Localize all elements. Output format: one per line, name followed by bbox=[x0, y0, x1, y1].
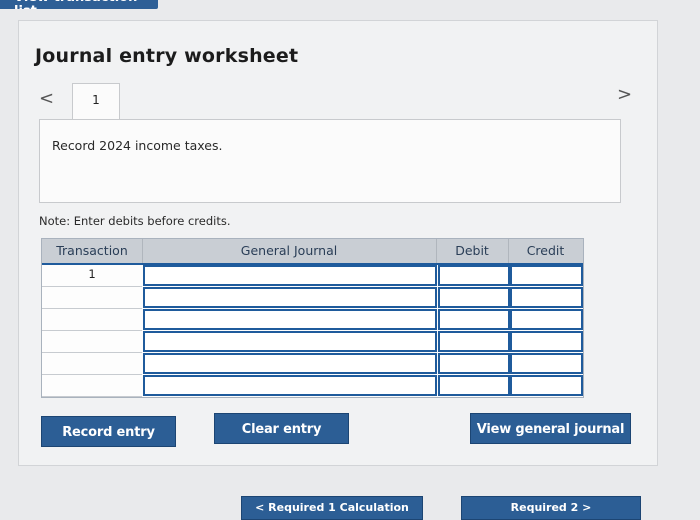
general-journal-field[interactable] bbox=[143, 331, 437, 352]
credit-field[interactable] bbox=[510, 287, 583, 308]
view-general-journal-button[interactable]: View general journal bbox=[470, 413, 631, 444]
instruction-text: Record 2024 income taxes. bbox=[52, 138, 223, 153]
general-journal-field[interactable] bbox=[143, 353, 437, 374]
required-2-button[interactable]: Required 2 > bbox=[461, 496, 641, 520]
tab-transaction-1[interactable]: 1 bbox=[72, 83, 120, 123]
table-row bbox=[42, 331, 583, 353]
transaction-number bbox=[42, 353, 142, 375]
column-header-general-journal: General Journal bbox=[240, 243, 338, 258]
general-journal-field[interactable] bbox=[143, 265, 437, 286]
credit-field[interactable] bbox=[510, 375, 583, 396]
table-row bbox=[42, 353, 583, 375]
credit-field[interactable] bbox=[510, 309, 583, 330]
journal-table-header: Transaction General Journal Debit Credit bbox=[42, 239, 583, 265]
general-journal-field[interactable] bbox=[143, 309, 437, 330]
general-journal-field[interactable] bbox=[143, 287, 437, 308]
worksheet-title: Journal entry worksheet bbox=[35, 45, 299, 67]
instruction-box: Record 2024 income taxes. bbox=[39, 119, 621, 203]
table-row bbox=[42, 287, 583, 309]
journal-entry-worksheet-panel: Journal entry worksheet < 1 > Record 202… bbox=[18, 20, 658, 466]
credit-field[interactable] bbox=[510, 265, 583, 286]
transaction-number bbox=[42, 375, 142, 397]
column-header-transaction: Transaction bbox=[56, 243, 128, 258]
table-row bbox=[42, 375, 583, 397]
previous-arrow-icon[interactable]: < bbox=[39, 89, 54, 109]
view-transaction-list-button[interactable]: View transaction list bbox=[0, 0, 158, 9]
note-text: Note: Enter debits before credits. bbox=[39, 214, 231, 228]
table-row: 1 bbox=[42, 265, 583, 287]
transaction-number bbox=[42, 309, 142, 331]
debit-field[interactable] bbox=[438, 331, 510, 352]
journal-table: Transaction General Journal Debit Credit… bbox=[41, 238, 584, 398]
debit-field[interactable] bbox=[438, 353, 510, 374]
debit-field[interactable] bbox=[438, 375, 510, 396]
top-strip: View transaction list bbox=[0, 0, 700, 22]
credit-field[interactable] bbox=[510, 353, 583, 374]
debit-field[interactable] bbox=[438, 265, 510, 286]
required-1-calculation-button[interactable]: < Required 1 Calculation bbox=[241, 496, 423, 520]
clear-entry-button[interactable]: Clear entry bbox=[214, 413, 349, 444]
record-entry-button[interactable]: Record entry bbox=[41, 416, 176, 447]
transaction-number: 1 bbox=[42, 265, 142, 287]
debit-field[interactable] bbox=[438, 287, 510, 308]
table-row bbox=[42, 309, 583, 331]
transaction-number bbox=[42, 287, 142, 309]
next-arrow-icon[interactable]: > bbox=[617, 85, 632, 105]
column-header-credit: Credit bbox=[526, 243, 565, 258]
debit-field[interactable] bbox=[438, 309, 510, 330]
transaction-number bbox=[42, 331, 142, 353]
credit-field[interactable] bbox=[510, 331, 583, 352]
column-header-debit: Debit bbox=[455, 243, 489, 258]
general-journal-field[interactable] bbox=[143, 375, 437, 396]
